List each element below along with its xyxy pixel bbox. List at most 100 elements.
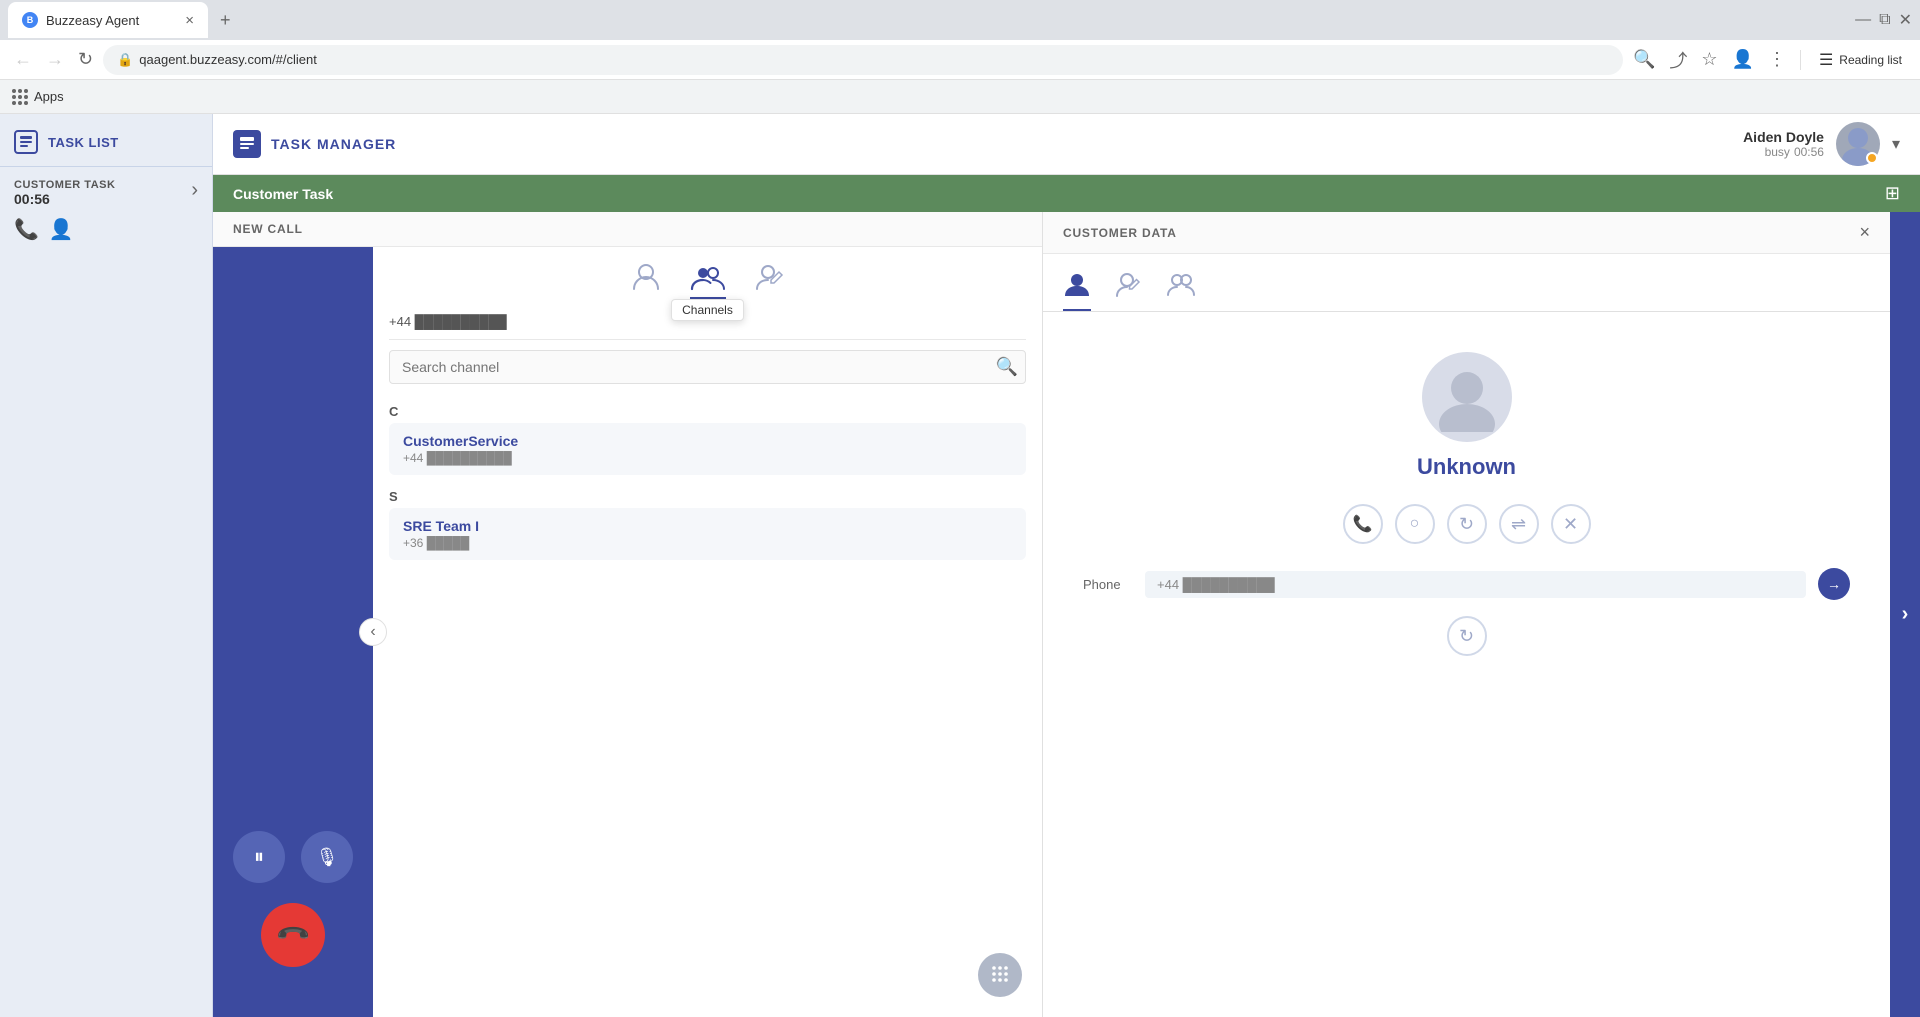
close-window-button[interactable]: ✕ (1899, 10, 1912, 30)
channel-item-customerservice[interactable]: CustomerService +44 ██████████ (389, 423, 1026, 475)
task-manager-right: Aiden Doyle busy 00:56 ▾ (1743, 122, 1900, 166)
search-channel-input[interactable] (389, 350, 1026, 384)
mute-button[interactable]: 🎙 (301, 831, 353, 883)
keypad-button[interactable] (978, 953, 1022, 997)
agent-status: busy (1765, 145, 1790, 159)
tab-close-btn[interactable]: × (185, 12, 194, 29)
customer-task-label: CUSTOMER TASK (14, 179, 115, 191)
customer-action-5[interactable]: ✕ (1551, 504, 1591, 544)
channel-tab-edit-person[interactable] (754, 261, 786, 299)
channel-tab-person[interactable] (630, 261, 662, 299)
status-indicator (1866, 152, 1878, 164)
task-list-label: TASK LIST (48, 135, 119, 150)
customer-data-header: CUSTOMER DATA × (1043, 212, 1890, 254)
customer-task-bar-label: Customer Task (233, 186, 333, 202)
app-layout: TASK LIST CUSTOMER TASK 00:56 📞 👤 › (0, 114, 1920, 1017)
customer-task-bar: Customer Task ⊞ (213, 175, 1920, 212)
maximize-button[interactable]: ⧉ (1879, 11, 1890, 29)
lock-icon: 🔒 (117, 52, 133, 68)
tab-bar: B Buzzeasy Agent × + — ⧉ ✕ (0, 0, 1920, 40)
customer-action-3[interactable]: ↻ (1447, 504, 1487, 544)
channel-item-name: CustomerService (403, 433, 1012, 449)
task-manager-label: TASK MANAGER (271, 136, 396, 152)
search-channel-button[interactable]: 🔍 (996, 357, 1018, 378)
customer-phone-dial-button[interactable]: → (1818, 568, 1850, 600)
customer-task-bar-grid-button[interactable]: ⊞ (1885, 183, 1900, 204)
reading-list-button[interactable]: ☰ Reading list (1811, 46, 1910, 74)
slide-out-chevron-icon: › (1902, 603, 1909, 626)
customer-data-title: CUSTOMER DATA (1063, 226, 1177, 240)
channel-section-s: S (389, 483, 1026, 508)
channel-tab-people[interactable]: Channels (690, 261, 726, 299)
apps-label: Apps (34, 89, 64, 104)
favorites-button[interactable]: ☆ (1697, 45, 1721, 74)
user-profile-button[interactable]: 👤 (1728, 45, 1758, 74)
reading-list-label: Reading list (1839, 53, 1902, 67)
browser-chrome: B Buzzeasy Agent × + — ⧉ ✕ ← → ↻ 🔒 qaage… (0, 0, 1920, 114)
customer-task-timer: 00:56 (14, 191, 50, 207)
channel-item-sreteam[interactable]: SRE Team I +36 █████ (389, 508, 1026, 560)
customer-phone-label: Phone (1083, 577, 1133, 592)
customer-phone-number: +44 ██████████ (1145, 571, 1806, 598)
forward-button[interactable]: → (42, 45, 68, 74)
customer-data-panel: CUSTOMER DATA × (1043, 212, 1890, 1017)
customer-task-header-row: CUSTOMER TASK 00:56 (14, 179, 115, 209)
channel-item-name: SRE Team I (403, 518, 1012, 534)
phone-panel-collapse-button[interactable]: ‹ (359, 618, 387, 646)
new-call-header: NEW CALL (213, 212, 1042, 247)
address-bar[interactable]: 🔒 qaagent.buzzeasy.com/#/client (103, 45, 1623, 75)
customer-data-tabs (1043, 254, 1890, 312)
back-button[interactable]: ← (10, 45, 36, 74)
channel-section-c: C (389, 398, 1026, 423)
pause-button[interactable]: ⏸ (233, 831, 285, 883)
customer-transfer-button[interactable]: ↻ (1447, 616, 1487, 656)
phone-number-text: +44 ██████████ (389, 314, 507, 329)
share-button[interactable]: ⤴ (1665, 43, 1691, 77)
sidebar: TASK LIST CUSTOMER TASK 00:56 📞 👤 › (0, 114, 213, 1017)
apps-grid-icon (12, 89, 28, 105)
customer-action-4[interactable]: ⇌ (1499, 504, 1539, 544)
more-button[interactable]: ⋮ (1764, 45, 1790, 74)
task-list-item[interactable]: TASK LIST (0, 114, 212, 166)
customer-action-icons: 📞 ○ ↻ ⇌ ✕ (1063, 504, 1870, 544)
apps-button[interactable]: Apps (12, 89, 64, 105)
nav-bar: ← → ↻ 🔒 qaagent.buzzeasy.com/#/client 🔍 … (0, 40, 1920, 80)
customer-call-button[interactable]: 📞 (1343, 504, 1383, 544)
new-call-body: ‹ ⏸ 🎙 📞 (213, 247, 1042, 1017)
url-text: qaagent.buzzeasy.com/#/client (139, 52, 1609, 67)
status-dropdown-button[interactable]: ▾ (1892, 134, 1900, 154)
customer-data-body: Unknown 📞 ○ ↻ ⇌ ✕ Phone +44 ██████████ → (1043, 312, 1890, 1017)
customer-task-icons-row: 📞 👤 (14, 217, 115, 242)
customer-task-section[interactable]: CUSTOMER TASK 00:56 📞 👤 › (0, 166, 212, 254)
agent-info: Aiden Doyle busy 00:56 (1743, 129, 1824, 159)
phone-panel: ‹ ⏸ 🎙 📞 (213, 247, 373, 1017)
active-tab[interactable]: B Buzzeasy Agent × (8, 2, 208, 38)
hangup-button[interactable]: 📞 (248, 890, 339, 981)
slide-out-panel[interactable]: › (1890, 212, 1920, 1017)
customer-data-tab-person[interactable] (1063, 262, 1091, 311)
new-tab-button[interactable]: + (212, 10, 239, 31)
customer-name: Unknown (1417, 454, 1516, 480)
channel-tabs: Channels (389, 247, 1026, 305)
tab-favicon: B (22, 12, 38, 28)
customer-phone-row: Phone +44 ██████████ → (1063, 568, 1870, 600)
customer-avatar-large (1422, 352, 1512, 442)
reading-list-icon: ☰ (1819, 50, 1833, 70)
search-channel-wrapper: 🔍 (389, 350, 1026, 384)
customer-data-tab-edit[interactable] (1115, 262, 1143, 311)
phone-icon: 📞 (14, 217, 39, 242)
channels-tooltip: Channels (671, 299, 744, 321)
task-manager-icon (233, 130, 261, 158)
new-call-panel: NEW CALL ‹ ⏸ 🎙 � (213, 212, 1043, 1017)
customer-data-tab-group[interactable] (1167, 262, 1195, 311)
customer-data-close-button[interactable]: × (1859, 222, 1870, 243)
minimize-button[interactable]: — (1855, 11, 1871, 29)
channel-item-number: +44 ██████████ (403, 451, 1012, 465)
phone-controls: ⏸ 🎙 📞 (233, 831, 353, 997)
customer-action-2[interactable]: ○ (1395, 504, 1435, 544)
customer-task-chevron-icon[interactable]: › (191, 179, 198, 202)
search-button[interactable]: 🔍 (1629, 45, 1659, 74)
refresh-button[interactable]: ↻ (74, 45, 97, 74)
channels-panel: Channels +44 ██████████ (373, 247, 1042, 1017)
agent-name: Aiden Doyle (1743, 129, 1824, 145)
